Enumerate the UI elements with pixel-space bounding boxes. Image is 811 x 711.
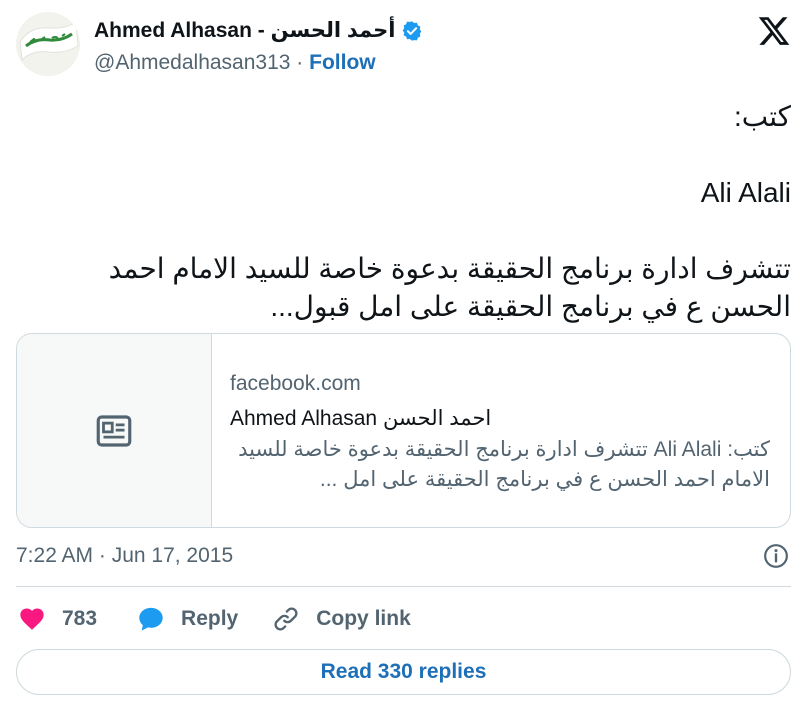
card-description: كتب: Ali Alali تتشرف ادارة برنامج الحقيق…	[238, 438, 770, 491]
card-domain: facebook.com	[230, 372, 361, 395]
article-icon	[96, 414, 132, 447]
speech-bubble-icon	[139, 607, 163, 631]
like-count: 783	[62, 607, 98, 630]
author-handle[interactable]: @Ahmedalhasan313	[94, 51, 290, 74]
tweet-text-line-3: تتشرف ادارة برنامج الحقيقة بدعوة خاصة لل…	[108, 253, 791, 322]
link-preview-card[interactable]: facebook.com Ahmed Alhasan احمد الحسن كت…	[16, 333, 791, 528]
card-title: Ahmed Alhasan احمد الحسن	[230, 407, 492, 430]
heart-icon	[20, 608, 44, 630]
copy-link-label: Copy link	[316, 607, 411, 630]
card-thumbnail	[17, 334, 212, 527]
handle-separator: ·	[290, 51, 310, 74]
verified-badge-icon	[403, 20, 422, 41]
copy-link-button[interactable]: Copy link	[272, 605, 411, 633]
follow-button[interactable]: Follow	[309, 51, 376, 74]
handle-row: @Ahmedalhasan313 · Follow	[94, 51, 376, 75]
read-replies-button[interactable]: Read 330 replies	[16, 649, 791, 695]
x-logo-icon[interactable]	[757, 14, 791, 48]
tweet-embed: Ahmed Alhasan - أحمد الحسن @Ahmedalhasan…	[0, 0, 811, 711]
tweet-text-line-1: كتب:	[733, 101, 791, 132]
author-name[interactable]: Ahmed Alhasan - أحمد الحسن	[94, 18, 423, 43]
reply-button[interactable]: Reply	[137, 605, 272, 633]
tweet-timestamp[interactable]: 7:22 AM · Jun 17, 2015	[16, 544, 233, 568]
action-bar: 783 Reply Copy link	[18, 602, 411, 636]
author-display-name: Ahmed Alhasan - أحمد الحسن	[94, 19, 396, 42]
tweet-text-line-2: Ali Alali	[700, 177, 791, 208]
link-icon	[274, 607, 298, 631]
like-button[interactable]: 783	[18, 605, 137, 633]
reply-label: Reply	[181, 607, 239, 630]
divider	[16, 586, 791, 587]
avatar[interactable]	[16, 12, 80, 76]
info-icon[interactable]	[763, 543, 789, 569]
avatar-flag-image	[16, 12, 80, 76]
